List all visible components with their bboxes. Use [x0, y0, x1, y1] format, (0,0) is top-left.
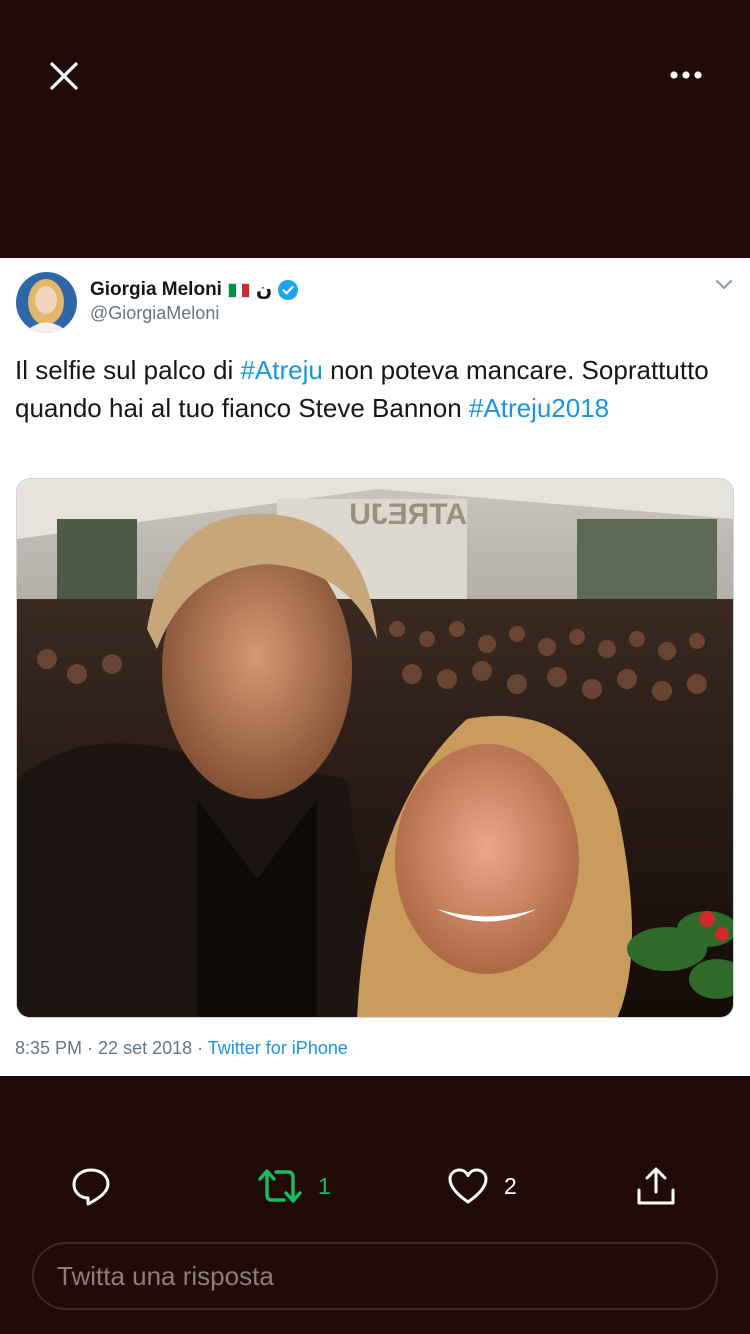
stage-sign: ATREJU [349, 498, 467, 531]
hashtag-link[interactable]: #Atreju2018 [469, 393, 609, 423]
tweet-source-link[interactable]: Twitter for iPhone [208, 1038, 348, 1058]
retweet-count: 1 [318, 1172, 331, 1199]
meta-separator: · [192, 1038, 208, 1058]
heart-icon [448, 1168, 488, 1204]
close-button[interactable] [44, 56, 84, 96]
action-bar: 1 2 [0, 1160, 750, 1212]
reply-input-placeholder: Twitta una risposta [57, 1260, 274, 1291]
hashtag-link[interactable]: #Atreju [240, 355, 322, 385]
more-options-button[interactable] [664, 60, 708, 90]
author-name-row[interactable]: Giorgia Meloni ن [90, 278, 299, 302]
tweet-text-part: Il selfie sul palco di [15, 355, 241, 385]
italy-flag-icon [227, 282, 250, 298]
author-name[interactable]: Giorgia Meloni [90, 279, 222, 301]
retweet-button[interactable]: 1 [256, 1160, 331, 1212]
more-dots-icon [670, 71, 702, 79]
tweet-date: 22 set 2018 [98, 1038, 193, 1058]
retweet-icon [258, 1169, 302, 1203]
reply-button[interactable] [70, 1160, 112, 1212]
share-button[interactable] [634, 1160, 678, 1212]
verified-badge-icon [278, 280, 299, 300]
author-handle[interactable]: @GiorgiaMeloni [90, 303, 219, 324]
tweet-text: Il selfie sul palco di #Atreju non potev… [15, 352, 735, 427]
share-icon [637, 1167, 675, 1205]
top-bar [0, 0, 750, 258]
like-button[interactable]: 2 [446, 1160, 517, 1212]
chevron-down-icon [716, 280, 732, 289]
tweet-card: Giorgia Meloni ن @GiorgiaMeloni Il selfi… [0, 258, 750, 1076]
reply-input[interactable]: Twitta una risposta [32, 1242, 718, 1310]
avatar[interactable] [16, 272, 77, 333]
close-icon [50, 62, 78, 90]
like-count: 2 [504, 1172, 517, 1199]
tweet-photo[interactable]: ATREJU [16, 478, 734, 1018]
tweet-meta: 8:35 PM · 22 set 2018 · Twitter for iPho… [15, 1038, 348, 1059]
tweet-time: 8:35 PM [15, 1038, 83, 1058]
meta-separator: · [82, 1038, 99, 1058]
tweet-options-button[interactable] [714, 278, 734, 292]
author-name-suffix: ن [255, 279, 273, 301]
reply-icon [72, 1168, 110, 1206]
